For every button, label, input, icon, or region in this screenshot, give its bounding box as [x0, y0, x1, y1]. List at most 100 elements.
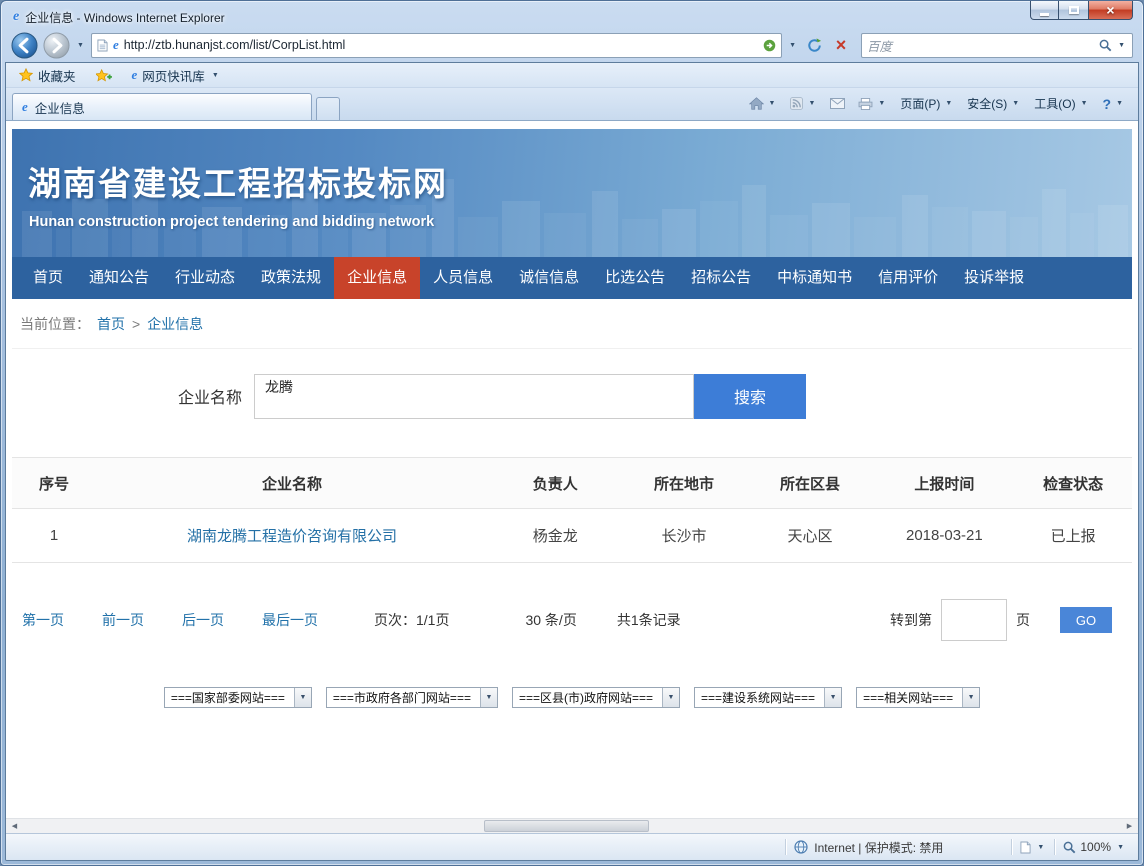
chevron-down-icon: ▼ — [1079, 100, 1090, 107]
tab-corp-info[interactable]: e 企业信息 — [12, 93, 312, 120]
close-button[interactable]: × — [1088, 1, 1133, 20]
site-select-label: ===建设系统网站=== — [701, 689, 815, 706]
recent-pages-chevron-icon[interactable]: ▼ — [75, 42, 86, 49]
stop-button[interactable]: × — [830, 34, 852, 56]
site-select-county-gov[interactable]: ===区县(市)政府网站=== ▼ — [512, 687, 680, 708]
chevron-down-icon: ▼ — [1114, 100, 1125, 107]
nav-item-award-notices[interactable]: 中标通知书 — [764, 257, 865, 299]
corp-search-form: 企业名称 搜索 — [12, 349, 1132, 443]
zone-text: Internet | 保护模式: 禁用 — [814, 839, 943, 856]
search-box[interactable]: 百度 ▼ — [861, 33, 1133, 58]
nav-item-bid-announcements[interactable]: 招标公告 — [678, 257, 764, 299]
compatibility-view-status-button[interactable]: ▼ — [1020, 841, 1046, 854]
refresh-button[interactable] — [803, 34, 825, 56]
url-field[interactable]: e — [91, 33, 782, 58]
tools-menu-button[interactable]: 工具(O) ▼ — [1031, 93, 1092, 114]
favorites-button[interactable]: 收藏夹 — [14, 65, 81, 86]
page-menu-button[interactable]: 页面(P) ▼ — [897, 93, 957, 114]
ie-window: e 企业信息 - Windows Internet Explorer × — [0, 0, 1144, 866]
nav-item-home[interactable]: 首页 — [20, 257, 76, 299]
web-slice-icon: e — [132, 67, 138, 83]
tab-bar: e 企业信息 ▼ ▼ — [6, 88, 1138, 121]
home-button[interactable]: ▼ — [746, 95, 781, 112]
zoom-control[interactable]: 100% ▼ — [1063, 840, 1126, 854]
goto-page-input[interactable] — [941, 599, 1007, 641]
favorites-label: 收藏夹 — [38, 66, 76, 85]
site-select-national-ministries[interactable]: ===国家部委网站=== ▼ — [164, 687, 312, 708]
search-submit-button[interactable]: 搜索 — [694, 374, 806, 419]
corp-name-link[interactable]: 湖南龙腾工程造价咨询有限公司 — [187, 528, 397, 545]
nav-item-personnel-info[interactable]: 人员信息 — [420, 257, 506, 299]
help-button[interactable]: ? ▼ — [1100, 94, 1129, 114]
site-select-construction-system[interactable]: ===建设系统网站=== ▼ — [694, 687, 842, 708]
rss-icon — [790, 97, 803, 110]
back-button[interactable] — [11, 32, 38, 59]
scroll-right-icon[interactable]: ▶ — [1121, 819, 1138, 833]
site-title: 湖南省建设工程招标投标网 — [28, 157, 1132, 205]
prev-page-link[interactable]: 前一页 — [102, 610, 144, 630]
safety-menu-button[interactable]: 安全(S) ▼ — [964, 93, 1024, 114]
scroll-left-icon[interactable]: ◀ — [6, 819, 23, 833]
web-page: 湖南省建设工程招标投标网 Hunan construction project … — [6, 121, 1138, 818]
web-slices-button[interactable]: e 网页快讯库 ▼ — [127, 65, 226, 86]
last-page-link[interactable]: 最后一页 — [262, 610, 318, 630]
go-button[interactable]: GO — [1060, 607, 1112, 633]
col-report-date: 上报时间 — [874, 458, 1014, 509]
first-page-link[interactable]: 第一页 — [22, 610, 64, 630]
refresh-icon — [807, 38, 822, 53]
breadcrumb-home-link[interactable]: 首页 — [97, 314, 125, 334]
search-options-chevron-icon[interactable]: ▼ — [1116, 42, 1127, 49]
maximize-button[interactable] — [1059, 1, 1088, 20]
tab-label: 企业信息 — [35, 98, 85, 117]
nav-item-credit-info[interactable]: 诚信信息 — [506, 257, 592, 299]
url-input[interactable] — [124, 38, 758, 52]
goto-suffix: 页 — [1016, 610, 1030, 630]
next-page-link[interactable]: 后一页 — [182, 610, 224, 630]
nav-item-comparison-announcements[interactable]: 比选公告 — [592, 257, 678, 299]
site-banner: 湖南省建设工程招标投标网 Hunan construction project … — [12, 129, 1132, 257]
go-icon[interactable] — [763, 39, 776, 52]
chevron-down-icon: ▼ — [943, 100, 954, 107]
chevron-down-icon: ▼ — [294, 688, 311, 707]
site-select-related[interactable]: ===相关网站=== ▼ — [856, 687, 980, 708]
horizontal-scrollbar[interactable]: ◀ ▶ — [6, 818, 1138, 833]
main-nav: 首页 通知公告 行业动态 政策法规 企业信息 人员信息 诚信信息 比选公告 招标… — [12, 257, 1132, 299]
search-icon[interactable] — [1099, 39, 1112, 52]
cell-report-date: 2018-03-21 — [874, 509, 1014, 563]
breadcrumb-current-link[interactable]: 企业信息 — [147, 314, 203, 334]
site-favicon: e — [113, 37, 119, 53]
nav-item-credit-rating[interactable]: 信用评价 — [865, 257, 951, 299]
read-mail-button[interactable] — [827, 96, 848, 111]
feeds-button[interactable]: ▼ — [787, 95, 820, 112]
forward-button[interactable] — [43, 32, 70, 59]
print-button[interactable]: ▼ — [855, 96, 890, 112]
corp-name-input[interactable] — [254, 374, 694, 419]
nav-item-industry-news[interactable]: 行业动态 — [162, 257, 248, 299]
scrollbar-thumb[interactable] — [484, 820, 649, 832]
back-icon — [11, 32, 38, 59]
minimize-button[interactable] — [1030, 1, 1059, 20]
nav-item-notices[interactable]: 通知公告 — [76, 257, 162, 299]
nav-item-complaints[interactable]: 投诉举报 — [951, 257, 1037, 299]
chevron-down-icon: ▼ — [806, 100, 817, 107]
site-select-label: ===区县(市)政府网站=== — [519, 689, 653, 706]
address-dropdown-chevron-icon[interactable]: ▼ — [787, 42, 798, 49]
star-icon — [19, 68, 33, 82]
window-controls: × — [1030, 1, 1133, 20]
new-tab-button[interactable] — [316, 97, 340, 120]
chevron-down-icon: ▼ — [1035, 844, 1046, 851]
scrollbar-track[interactable] — [23, 819, 1121, 833]
site-select-label: ===市政府各部门网站=== — [333, 689, 471, 706]
site-select-city-departments[interactable]: ===市政府各部门网站=== ▼ — [326, 687, 498, 708]
nav-item-policies[interactable]: 政策法规 — [248, 257, 334, 299]
add-favorite-button[interactable] — [91, 68, 117, 83]
titlebar[interactable]: e 企业信息 - Windows Internet Explorer — [1, 1, 1143, 28]
tab-favicon: e — [22, 99, 28, 115]
page-size: 30 条/页 — [525, 610, 576, 630]
chevron-down-icon: ▼ — [876, 100, 887, 107]
nav-item-corp-info[interactable]: 企业信息 — [334, 257, 420, 299]
maximize-icon — [1069, 6, 1079, 14]
web-slices-label: 网页快讯库 — [142, 66, 205, 85]
printer-icon — [858, 98, 873, 110]
page-menu-label: 页面(P) — [900, 95, 940, 112]
